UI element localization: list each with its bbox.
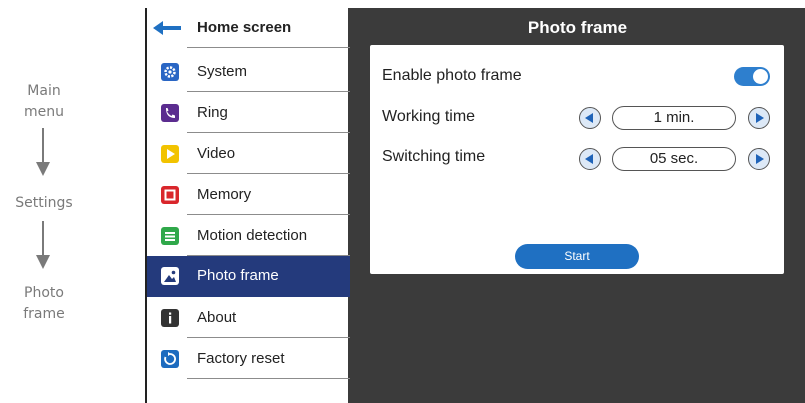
switching-time-increase-button[interactable] (748, 148, 770, 170)
sidebar-item-memory[interactable]: Memory (147, 175, 350, 215)
annotation-main-menu: Main menu (0, 81, 88, 123)
sidebar-item-about[interactable]: About (147, 298, 350, 338)
sidebar-item-system[interactable]: System (147, 52, 350, 92)
sidebar-header-home[interactable]: Home screen (147, 8, 350, 48)
page-title: Photo frame (527, 18, 628, 37)
device-screen: Home screen System Ring Video Memory Mot… (145, 8, 805, 403)
memory-icon (161, 186, 179, 204)
switching-time-decrease-button[interactable] (579, 148, 601, 170)
sidebar-menu: Home screen System Ring Video Memory Mot… (145, 8, 350, 403)
chevron-left-icon (585, 113, 593, 123)
sidebar-item-ring[interactable]: Ring (147, 93, 350, 133)
sidebar-item-label: Factory reset (197, 350, 285, 367)
chevron-right-icon (756, 154, 764, 164)
switching-time-label: Switching time (382, 148, 486, 165)
sidebar-item-label: System (197, 63, 248, 80)
info-icon (161, 309, 179, 327)
chevron-right-icon (756, 113, 764, 123)
annotation-main-menu-text: Main menu (24, 83, 64, 120)
sidebar-item-label: Ring (197, 104, 228, 121)
home-screen-label: Home screen (197, 19, 292, 36)
annotation-settings-text: Settings (15, 195, 73, 211)
working-time-increase-button[interactable] (748, 107, 770, 129)
start-button[interactable]: Start (515, 244, 639, 269)
sidebar-item-label: About (197, 309, 237, 326)
motion-icon (161, 227, 179, 245)
sidebar-item-label: Memory (197, 186, 252, 203)
sidebar-item-motion-detection[interactable]: Motion detection (147, 216, 350, 256)
sidebar-item-video[interactable]: Video (147, 134, 350, 174)
phone-icon (161, 104, 179, 122)
down-arrow-icon (36, 221, 50, 271)
sidebar-item-factory-reset[interactable]: Factory reset (147, 339, 350, 379)
enable-photo-frame-toggle[interactable] (734, 67, 770, 86)
back-arrow-icon[interactable] (153, 19, 183, 37)
sidebar-item-label: Video (197, 145, 236, 162)
sidebar-item-label: Motion detection (197, 227, 308, 244)
play-icon (161, 145, 179, 163)
working-time-decrease-button[interactable] (579, 107, 601, 129)
photo-frame-panel: Enable photo frame Working time 1 min. S… (370, 45, 784, 274)
switching-time-value: 05 sec. (612, 147, 736, 171)
annotation-photo-frame: Photo frame (0, 283, 88, 325)
sidebar-item-photo-frame[interactable]: Photo frame (147, 256, 350, 297)
gear-icon (161, 63, 179, 81)
working-time-value: 1 min. (612, 106, 736, 130)
down-arrow-icon (36, 128, 50, 178)
annotation-settings: Settings (0, 193, 88, 214)
reset-icon (161, 350, 179, 368)
working-time-label: Working time (382, 108, 476, 125)
sidebar-item-label: Photo frame (197, 267, 279, 284)
chevron-left-icon (585, 154, 593, 164)
photo-icon (161, 267, 179, 285)
annotation-photo-frame-text: Photo frame (23, 285, 65, 322)
enable-photo-frame-label: Enable photo frame (382, 67, 522, 84)
